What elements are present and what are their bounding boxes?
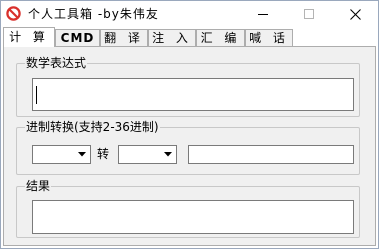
from-base-select[interactable] [32, 145, 91, 164]
base-conversion-group-label: 进制转换(支持2-36进制) [25, 119, 160, 135]
converted-value-field[interactable] [188, 145, 354, 164]
from-base-dropdown-button[interactable] [75, 147, 89, 162]
tab-calculate[interactable]: 计 算 [3, 27, 55, 47]
expression-group-label: 数学表达式 [25, 55, 88, 71]
to-base-select[interactable] [118, 145, 177, 164]
tab-cmd[interactable]: CMD [55, 29, 100, 46]
tab-translate[interactable]: 翻 译 [100, 29, 148, 46]
tab-shout[interactable]: 喊 话 [245, 29, 293, 46]
tab-assembly[interactable]: 汇 编 [196, 29, 245, 46]
base-conversion-group: 进制转换(支持2-36进制) 转 [16, 119, 360, 175]
result-group-label: 结果 [25, 178, 52, 194]
minimize-button[interactable] [240, 1, 286, 27]
prohibited-icon [6, 6, 21, 21]
to-base-dropdown-button[interactable] [161, 147, 175, 162]
minimize-icon [258, 14, 268, 15]
window-title: 个人工具箱 -by朱伟友 [28, 7, 159, 21]
tab-strip: 计 算 CMD 翻 译 注 入 汇 编 喊 话 [3, 27, 376, 47]
text-caret [36, 86, 37, 104]
app-window: 个人工具箱 -by朱伟友 计 算 CMD 翻 译 注 入 汇 编 喊 话 数学表… [0, 0, 379, 249]
result-field[interactable] [32, 200, 354, 234]
close-icon [349, 8, 361, 20]
expression-input[interactable] [32, 78, 354, 111]
chevron-down-icon [78, 152, 86, 157]
to-label: 转 [97, 147, 110, 161]
maximize-icon [304, 9, 314, 19]
chevron-down-icon [164, 152, 172, 157]
result-group: 结果 [16, 178, 360, 238]
calculator-panel: 数学表达式 进制转换(支持2-36进制) 转 结果 [3, 46, 376, 246]
title-bar[interactable]: 个人工具箱 -by朱伟友 [1, 1, 378, 27]
maximize-button[interactable] [286, 1, 332, 27]
close-button[interactable] [332, 1, 378, 27]
expression-group: 数学表达式 [16, 55, 360, 117]
tab-inject[interactable]: 注 入 [148, 29, 196, 46]
